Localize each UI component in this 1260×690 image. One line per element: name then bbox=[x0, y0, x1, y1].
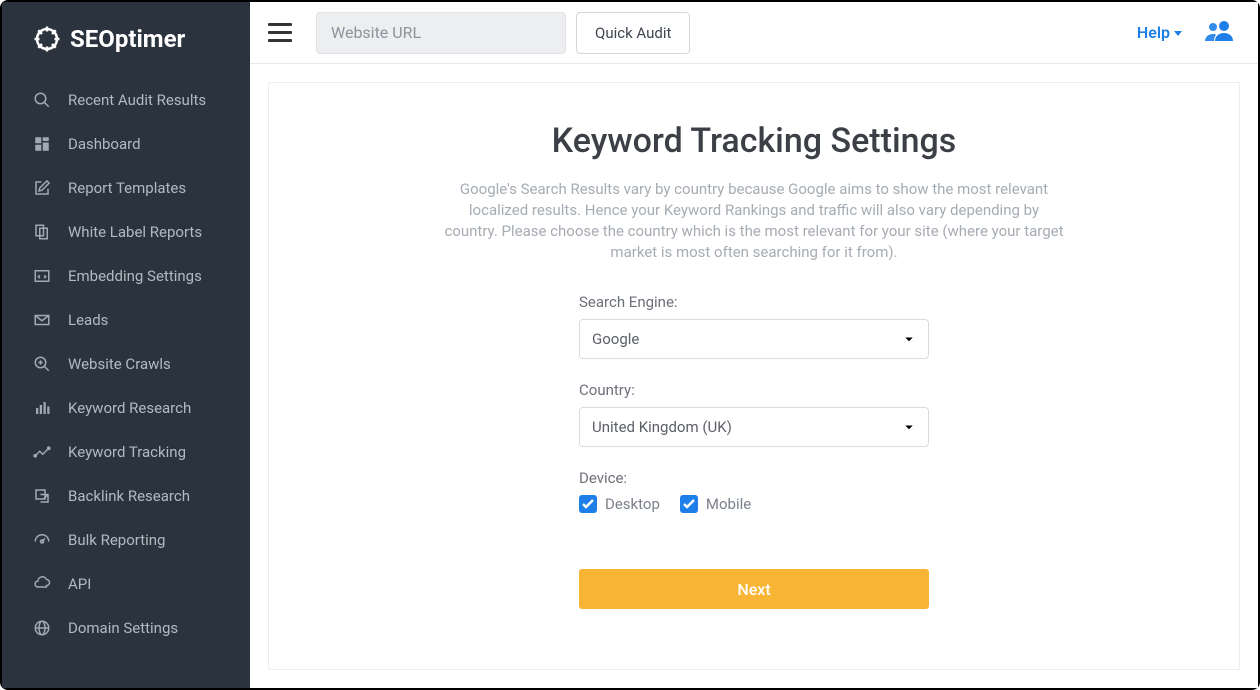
sidebar-item-label: Leads bbox=[68, 311, 108, 329]
search-engine-select[interactable]: Google bbox=[579, 319, 929, 359]
device-checkbox-row: Desktop Mobile bbox=[579, 495, 929, 513]
next-button[interactable]: Next bbox=[579, 569, 929, 609]
website-url-input[interactable] bbox=[316, 12, 566, 54]
settings-form: Search Engine: Google Country: United Ki… bbox=[579, 293, 929, 609]
sidebar-item-website-crawls[interactable]: Website Crawls bbox=[2, 342, 250, 386]
topbar: Quick Audit Help bbox=[250, 2, 1258, 64]
code-icon bbox=[32, 266, 52, 286]
sidebar-item-label: White Label Reports bbox=[68, 223, 202, 241]
sidebar-item-label: Dashboard bbox=[68, 135, 141, 153]
edit-icon bbox=[32, 178, 52, 198]
sidebar-item-label: Keyword Tracking bbox=[68, 443, 186, 461]
sidebar-item-label: API bbox=[68, 575, 91, 593]
sidebar-item-report-templates[interactable]: Report Templates bbox=[2, 166, 250, 210]
trend-icon bbox=[32, 442, 52, 462]
country-label: Country: bbox=[579, 381, 929, 399]
dashboard-icon bbox=[32, 134, 52, 154]
device-label: Device: bbox=[579, 469, 929, 487]
desktop-checkbox[interactable] bbox=[579, 495, 597, 513]
sidebar-item-dashboard[interactable]: Dashboard bbox=[2, 122, 250, 166]
sidebar-item-keyword-tracking[interactable]: Keyword Tracking bbox=[2, 430, 250, 474]
sidebar-item-recent-audit-results[interactable]: Recent Audit Results bbox=[2, 78, 250, 122]
chevron-down-icon bbox=[1174, 31, 1182, 36]
mobile-checkbox[interactable] bbox=[680, 495, 698, 513]
sidebar-item-bulk-reporting[interactable]: Bulk Reporting bbox=[2, 518, 250, 562]
brand-text: SEOptimer bbox=[70, 25, 185, 53]
content-area: Keyword Tracking Settings Google's Searc… bbox=[250, 64, 1258, 688]
sidebar-item-label: Recent Audit Results bbox=[68, 91, 206, 109]
brand-logo[interactable]: SEOptimer bbox=[2, 2, 250, 72]
profile-icon[interactable] bbox=[1204, 19, 1234, 47]
page-title: Keyword Tracking Settings bbox=[309, 121, 1199, 161]
sidebar-item-domain-settings[interactable]: Domain Settings bbox=[2, 606, 250, 650]
desktop-label: Desktop bbox=[605, 495, 660, 513]
sidebar: SEOptimer Recent Audit Results Dashboard… bbox=[2, 2, 250, 688]
sidebar-item-label: Website Crawls bbox=[68, 355, 171, 373]
country-select[interactable]: United Kingdom (UK) bbox=[579, 407, 929, 447]
mobile-checkbox-item: Mobile bbox=[680, 495, 751, 513]
quick-audit-button[interactable]: Quick Audit bbox=[576, 12, 690, 54]
bar-chart-icon bbox=[32, 398, 52, 418]
search-plus-icon bbox=[32, 354, 52, 374]
hamburger-icon[interactable] bbox=[268, 19, 296, 47]
mobile-label: Mobile bbox=[706, 495, 751, 513]
help-dropdown[interactable]: Help bbox=[1137, 23, 1182, 42]
sidebar-item-backlink-research[interactable]: Backlink Research bbox=[2, 474, 250, 518]
cloud-icon bbox=[32, 574, 52, 594]
sidebar-item-leads[interactable]: Leads bbox=[2, 298, 250, 342]
sidebar-item-keyword-research[interactable]: Keyword Research bbox=[2, 386, 250, 430]
settings-card: Keyword Tracking Settings Google's Searc… bbox=[268, 82, 1240, 670]
nav-list: Recent Audit Results Dashboard Report Te… bbox=[2, 78, 250, 650]
search-engine-label: Search Engine: bbox=[579, 293, 929, 311]
sidebar-item-api[interactable]: API bbox=[2, 562, 250, 606]
mail-icon bbox=[32, 310, 52, 330]
globe-icon bbox=[32, 618, 52, 638]
gauge-icon bbox=[32, 530, 52, 550]
help-label: Help bbox=[1137, 23, 1170, 42]
sidebar-item-label: Report Templates bbox=[68, 179, 186, 197]
desktop-checkbox-item: Desktop bbox=[579, 495, 660, 513]
sidebar-item-label: Keyword Research bbox=[68, 399, 191, 417]
page-description: Google's Search Results vary by country … bbox=[444, 179, 1064, 263]
sidebar-item-label: Backlink Research bbox=[68, 487, 190, 505]
document-icon bbox=[32, 222, 52, 242]
sidebar-item-white-label-reports[interactable]: White Label Reports bbox=[2, 210, 250, 254]
search-icon bbox=[32, 90, 52, 110]
link-icon bbox=[32, 486, 52, 506]
main: Quick Audit Help Keyword Tracking Settin… bbox=[250, 2, 1258, 688]
sidebar-item-label: Bulk Reporting bbox=[68, 531, 165, 549]
sidebar-item-label: Embedding Settings bbox=[68, 267, 202, 285]
sidebar-item-embedding-settings[interactable]: Embedding Settings bbox=[2, 254, 250, 298]
sidebar-item-label: Domain Settings bbox=[68, 619, 178, 637]
